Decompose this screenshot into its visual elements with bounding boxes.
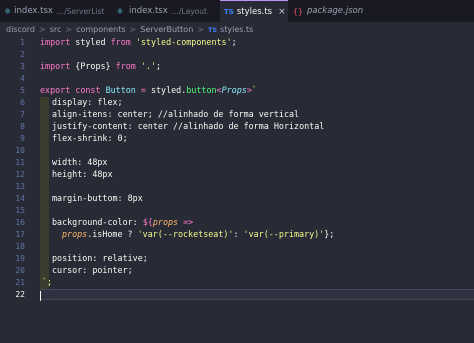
code-line: display: flex; — [52, 97, 123, 107]
indent-highlight — [40, 97, 49, 289]
typescript-icon: TS — [207, 25, 218, 34]
code-line: props.isHome ? 'var(--rocketseat)': 'var… — [62, 229, 335, 239]
breadcrumb-item[interactable]: components — [76, 25, 125, 34]
code-line: background-color: ${props => — [52, 217, 194, 227]
current-line[interactable] — [40, 289, 474, 301]
breadcrumb-item[interactable]: discord — [6, 25, 35, 34]
line-number: 12 — [15, 170, 25, 179]
line-number: 5 — [20, 86, 25, 95]
breadcrumb-item[interactable]: src — [50, 25, 62, 34]
react-icon: ⚛ — [4, 6, 12, 16]
line-number: 22 — [15, 290, 25, 299]
tab-label: package.json — [307, 6, 364, 16]
breadcrumb-item[interactable]: ServerButton — [140, 25, 193, 34]
code-line: align-itens: center; //alinhado de forma… — [52, 109, 300, 119]
code-line: height: 48px — [52, 169, 113, 179]
tab-path: .../ServerList — [56, 6, 105, 16]
tab-package-json[interactable]: {} package.json — [288, 0, 378, 22]
tab-bar: ⚛ index.tsx .../ServerList ⚛ index.tsx .… — [0, 0, 474, 22]
code-line: `; — [42, 277, 53, 287]
code-line: export const Button = styled.button<Prop… — [40, 85, 257, 95]
line-number: 14 — [15, 194, 25, 203]
line-number: 2 — [20, 50, 25, 59]
breadcrumb-file[interactable]: styles.ts — [220, 25, 253, 34]
code-editor[interactable]: 1 2 3 4 5 6 7 8 9 10 11 12 13 14 15 16 1… — [0, 37, 474, 343]
line-number: 1 — [20, 38, 25, 47]
code-line: margin-buttom: 8px — [52, 193, 143, 203]
line-number: 10 — [15, 146, 25, 155]
text-cursor — [40, 290, 41, 301]
typescript-icon: TS — [224, 7, 234, 16]
line-number: 17 — [15, 230, 25, 239]
code-line: width: 48px — [52, 157, 108, 167]
line-number: 11 — [15, 158, 25, 167]
code-line: import {Props} from '.'; — [40, 61, 162, 71]
line-number: 8 — [20, 122, 25, 131]
line-number: 18 — [15, 242, 25, 251]
code-line: flex-shrink: 0; — [52, 133, 128, 143]
close-icon[interactable]: × — [278, 7, 286, 17]
code-line: import styled from 'styled-components'; — [40, 37, 237, 47]
tab-index-serverlist[interactable]: ⚛ index.tsx .../ServerList — [0, 0, 110, 22]
line-number: 4 — [20, 74, 25, 83]
line-number: 6 — [20, 98, 25, 107]
tab-styles-ts[interactable]: TS styles.ts × — [220, 0, 288, 22]
tab-label: styles.ts — [236, 6, 273, 17]
line-number: 19 — [15, 254, 25, 263]
chevron-right-icon: > — [65, 25, 73, 34]
chevron-right-icon: > — [129, 25, 137, 34]
tab-label: index.tsx — [129, 6, 168, 16]
line-number: 21 — [15, 278, 25, 287]
code-line: cursor: pointer; — [52, 265, 133, 275]
tab-index-layout[interactable]: ⚛ index.tsx .../Layout — [110, 0, 220, 22]
line-number: 13 — [15, 182, 25, 191]
code-line: justify-content: center //alinhado de fo… — [52, 121, 325, 131]
react-icon: ⚛ — [116, 6, 124, 16]
chevron-right-icon: > — [197, 25, 204, 34]
editor-window: ⚛ index.tsx .../ServerList ⚛ index.tsx .… — [0, 0, 474, 343]
line-number-gutter: 1 2 3 4 5 6 7 8 9 10 11 12 13 14 15 16 1… — [0, 37, 30, 343]
code-line: position: relative; — [52, 253, 148, 263]
line-number: 3 — [20, 62, 25, 71]
breadcrumb: discord > src > components > ServerButto… — [0, 22, 474, 37]
code-area[interactable]: import styled from 'styled-components'; … — [40, 37, 474, 343]
json-icon: {} — [292, 6, 304, 16]
line-number: 9 — [20, 134, 25, 143]
line-number: 20 — [15, 266, 25, 275]
tab-path: .../Layout — [171, 6, 207, 16]
chevron-right-icon: > — [39, 25, 46, 34]
tab-label: index.tsx — [14, 6, 53, 16]
line-number: 15 — [15, 206, 25, 215]
line-number: 16 — [15, 218, 25, 227]
line-number: 7 — [20, 110, 25, 119]
